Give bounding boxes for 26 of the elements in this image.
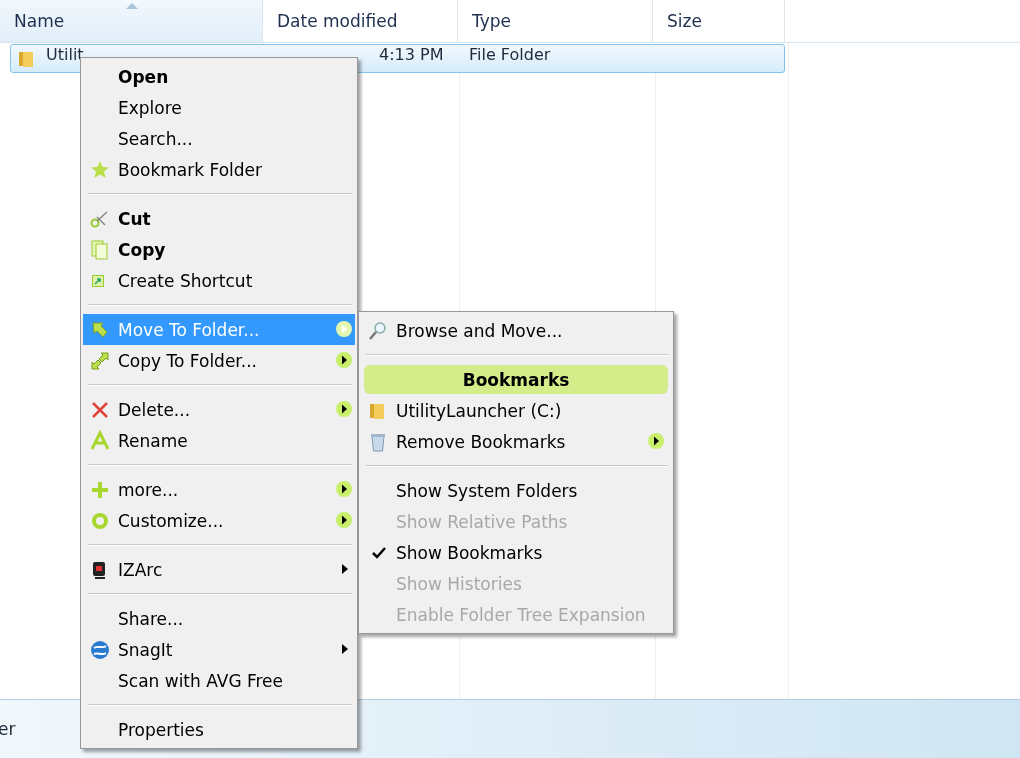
- menu-item[interactable]: Rename: [83, 425, 355, 456]
- menu-item[interactable]: Properties: [83, 714, 355, 745]
- menu-item[interactable]: more...: [83, 474, 355, 505]
- menu-item[interactable]: IZArc: [83, 554, 355, 585]
- column-header[interactable]: Name: [0, 0, 263, 42]
- menu-item[interactable]: Remove Bookmarks: [361, 426, 671, 457]
- menu-item[interactable]: Create Shortcut: [83, 265, 355, 296]
- date-cell-text: 4:13 PM: [379, 46, 445, 64]
- menu-item[interactable]: Explore: [83, 92, 355, 123]
- menu-item[interactable]: Scan with AVG Free: [83, 665, 355, 696]
- type-cell-text: File Folder: [469, 46, 552, 64]
- bookmarks-header: Bookmarks: [364, 365, 668, 394]
- menu-item[interactable]: Browse and Move...: [361, 315, 671, 346]
- menu-item[interactable]: Search...: [83, 123, 355, 154]
- file-name: Utilit: [46, 46, 85, 64]
- menu-item[interactable]: Bookmark Folder: [83, 154, 355, 185]
- menu-item[interactable]: Copy: [83, 234, 355, 265]
- menu-item[interactable]: Copy To Folder...: [83, 345, 355, 376]
- menu-item[interactable]: Show Bookmarks: [361, 537, 671, 568]
- menu-item[interactable]: Delete...: [83, 394, 355, 425]
- menu-item[interactable]: SnagIt: [83, 634, 355, 665]
- menu-item[interactable]: Show System Folders: [361, 475, 671, 506]
- menu-item[interactable]: Customize...: [83, 505, 355, 536]
- menu-item[interactable]: Share...: [83, 603, 355, 634]
- menu-item[interactable]: UtilityLauncher (C:): [361, 395, 671, 426]
- menu-item[interactable]: Cut: [83, 203, 355, 234]
